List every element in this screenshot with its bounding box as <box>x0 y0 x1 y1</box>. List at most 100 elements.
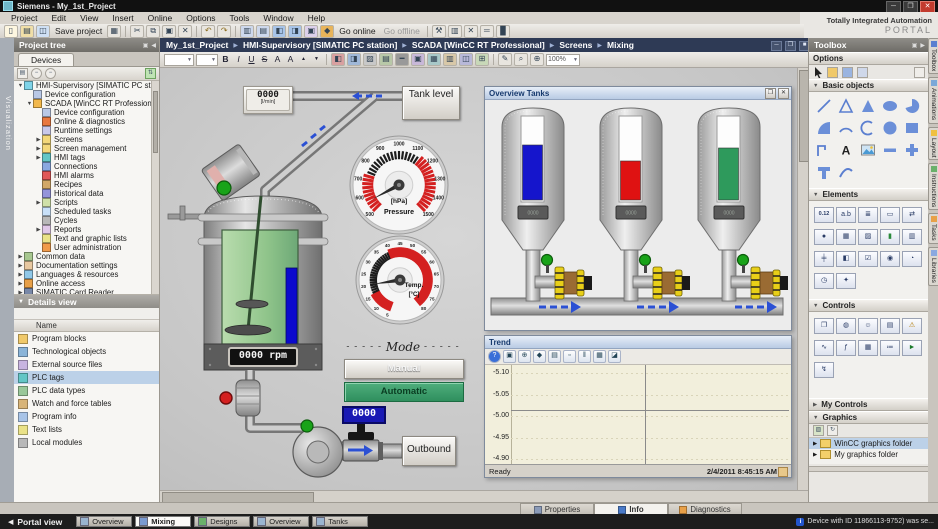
tool-plus[interactable] <box>901 139 923 161</box>
folder-expander-icon[interactable]: ▶ <box>813 452 817 458</box>
group-icon[interactable]: ▥ <box>443 53 457 66</box>
subscript-icon[interactable]: ▼ <box>311 54 322 65</box>
tree-item-historical-data[interactable]: Historical data <box>14 189 159 198</box>
tab-devices[interactable]: Devices <box>18 53 74 66</box>
tree-expander-icon[interactable]: ▶ <box>35 137 42 143</box>
details-item-plc-data-types[interactable]: PLC data types <box>14 384 159 397</box>
details-item-local-modules[interactable]: Local modules <box>14 436 159 449</box>
tree-item-common-data[interactable]: ▶Common data <box>14 252 159 261</box>
tool-graphic-io-field[interactable]: ▥ <box>901 226 923 248</box>
zoom-select[interactable]: 100%▼ <box>546 54 580 66</box>
taskbar-tab-overview-0[interactable]: Overview <box>76 516 132 527</box>
tool-elliptical-arc[interactable] <box>857 117 879 139</box>
options-more-icon[interactable] <box>914 67 925 78</box>
graphics-folder-1[interactable]: ▶My graphics folder <box>809 449 928 460</box>
font-family-select[interactable]: ▼ <box>164 54 194 66</box>
menu-help[interactable]: Help <box>301 13 332 23</box>
taskbar-tab-tanks-4[interactable]: Tanks <box>312 516 368 527</box>
canvas-vertical-scrollbar[interactable] <box>797 68 808 490</box>
graphics-header[interactable]: ▼Graphics <box>809 411 928 424</box>
breadcrumb-item-1[interactable]: HMI-Supervisory [SIMATIC PC station] <box>243 40 397 50</box>
redo-icon[interactable]: ↷ <box>217 25 231 38</box>
details-name-column-header[interactable]: Name <box>14 320 159 332</box>
folder-expander-icon[interactable]: ▶ <box>813 441 817 447</box>
tool-status-force-view[interactable]: ≔ <box>879 337 901 359</box>
visualization-strip-label[interactable]: Visualization <box>1 96 13 151</box>
tool-table-view[interactable]: ▦ <box>857 337 879 359</box>
tree-item-hmi-supervisory-simatic-pc-station-[interactable]: ▼HMI-Supervisory [SIMATIC PC station] <box>14 81 159 90</box>
layers-icon[interactable] <box>827 67 838 78</box>
trend-ruler-horizontal[interactable] <box>511 410 789 411</box>
my-controls-header[interactable]: ▶My Controls <box>809 398 928 411</box>
tool-recipe-view[interactable]: ▤ <box>879 315 901 337</box>
tree-expander-icon[interactable]: ▶ <box>35 155 42 161</box>
go-online-button[interactable]: Go online <box>336 26 378 36</box>
trend-report-icon[interactable]: ▣ <box>503 350 516 363</box>
side-tab-layout[interactable]: Layout <box>928 127 938 161</box>
screen-editor-canvas[interactable]: 0000 [l/min] Tank level 5006007008009001… <box>160 68 808 490</box>
tool-graphic-view[interactable]: ▨ <box>857 226 879 248</box>
tree-item-reports[interactable]: ▶Reports <box>14 225 159 234</box>
tool-button[interactable]: ▭ <box>879 204 901 226</box>
tool-polygon[interactable] <box>835 95 857 117</box>
tool-circle-segment[interactable] <box>813 117 835 139</box>
tree-item-hmi-tags[interactable]: ▶HMI tags <box>14 153 159 162</box>
tool-dash[interactable] <box>879 139 901 161</box>
overview-tanks-titlebar[interactable]: Overview Tanks ❐ ✕ <box>485 87 791 100</box>
tree-expander-icon[interactable]: ▶ <box>35 146 42 152</box>
trend-select-icon[interactable]: ▫ <box>563 350 576 363</box>
menu-online[interactable]: Online <box>141 13 180 23</box>
font-color-button[interactable]: A <box>272 54 283 65</box>
tank-level-button[interactable]: Tank level <box>402 86 460 120</box>
graphics-link-icon[interactable]: ▨ <box>813 425 824 436</box>
tool-trend-view[interactable]: ∿ <box>813 337 835 359</box>
elements-header[interactable]: ▼Elements <box>809 188 928 201</box>
trend-print-icon[interactable]: ▦ <box>593 350 606 363</box>
menu-edit[interactable]: Edit <box>44 13 73 23</box>
details-item-technological-objects[interactable]: Technological objects <box>14 345 159 358</box>
overview-maximize-icon[interactable]: ❐ <box>765 88 776 99</box>
tool-function-trend-view[interactable]: ƒ <box>835 337 857 359</box>
arrange-icon[interactable]: ▦ <box>427 53 441 66</box>
go-offline-button[interactable]: Go offline <box>381 26 423 36</box>
toolbox-pin-icon[interactable]: ▣ <box>912 42 918 49</box>
overview-close-icon[interactable]: ✕ <box>778 88 789 99</box>
new-icon[interactable]: ▯ <box>4 25 18 38</box>
tool-text-field[interactable]: A <box>835 139 857 161</box>
tool-polyline[interactable] <box>813 139 835 161</box>
automatic-mode-button[interactable]: Automatic <box>344 382 464 402</box>
tool-circle[interactable] <box>879 117 901 139</box>
tree-item-user-administration[interactable]: User administration <box>14 243 159 252</box>
tool-triangle[interactable] <box>857 95 879 117</box>
details-item-external-source-files[interactable]: External source files <box>14 358 159 371</box>
tree-item-text-and-graphic-lists[interactable]: Text and graphic lists <box>14 234 159 243</box>
tool-list-box[interactable]: ≣ <box>857 204 879 226</box>
text-style-button[interactable]: A <box>285 54 296 65</box>
save-icon[interactable]: ◫ <box>36 25 50 38</box>
tool-bar[interactable]: ▮ <box>879 226 901 248</box>
tool-rectangle[interactable] <box>901 117 923 139</box>
breadcrumb-item-2[interactable]: SCADA [WinCC RT Professional] <box>412 40 545 50</box>
tool-arc[interactable] <box>835 117 857 139</box>
bold-button[interactable]: B <box>220 54 231 65</box>
editor-float-icon[interactable]: ❐ <box>785 41 796 51</box>
tool-alarm-view[interactable]: ⚠ <box>901 315 923 337</box>
line-width-icon[interactable]: ━ <box>395 53 409 66</box>
tree-item-scripts[interactable]: ▶Scripts <box>14 198 159 207</box>
tree-expander-icon[interactable]: ▶ <box>17 263 24 269</box>
save-project-label[interactable]: Save project <box>52 26 105 36</box>
portal-view-button[interactable]: ◀ Portal view <box>0 517 76 527</box>
manual-mode-button[interactable]: Manual <box>344 359 464 379</box>
superscript-icon[interactable]: ▲ <box>298 54 309 65</box>
taskbar-tab-designs-2[interactable]: Designs <box>194 516 250 527</box>
canvas-horizontal-scrollbar[interactable] <box>160 490 808 502</box>
zoom-icon[interactable]: ⊕ <box>530 53 544 66</box>
collapse-panel-icon[interactable]: ◀ <box>151 42 156 49</box>
close-all-icon[interactable]: ✕ <box>464 25 478 38</box>
tool-channel-diagnose[interactable]: ↯ <box>813 359 835 381</box>
tree-item-online-access[interactable]: ▶Online access <box>14 279 159 288</box>
tree-filter-icon[interactable]: ▤ <box>17 68 28 79</box>
side-tab-tasks[interactable]: Tasks <box>928 213 938 244</box>
tree-item-screens[interactable]: ▶Screens <box>14 135 159 144</box>
tool-option-group[interactable]: ◉ <box>879 248 901 270</box>
